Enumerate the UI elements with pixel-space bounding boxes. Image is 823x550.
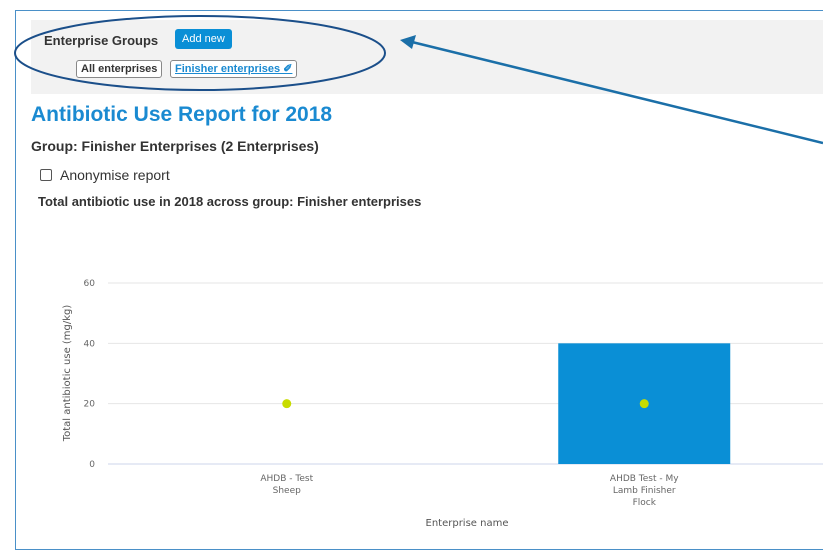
y-tick-label: 20 bbox=[84, 400, 96, 410]
x-axis-label: Enterprise name bbox=[426, 518, 509, 529]
x-tick-labels: AHDB - Test Sheep AHDB Test - My Lamb Finis… bbox=[260, 474, 679, 508]
y-tick-label: 0 bbox=[89, 460, 95, 470]
marker-point bbox=[639, 399, 649, 409]
y-tick-label: 60 bbox=[84, 279, 96, 289]
y-axis-label: Total antibiotic use (mg/kg) bbox=[62, 305, 73, 443]
y-tick-labels: 0 20 40 60 bbox=[84, 279, 96, 470]
x-tick-label: AHDB Test - My Lamb Finisher Flock bbox=[610, 474, 679, 508]
x-tick-label: AHDB - Test Sheep bbox=[260, 474, 313, 496]
bar-chart: 0 20 40 60 AHDB - Test Sheep AHDB Test - My La… bbox=[62, 279, 823, 529]
marker-point bbox=[282, 399, 292, 409]
y-tick-label: 40 bbox=[84, 339, 96, 349]
